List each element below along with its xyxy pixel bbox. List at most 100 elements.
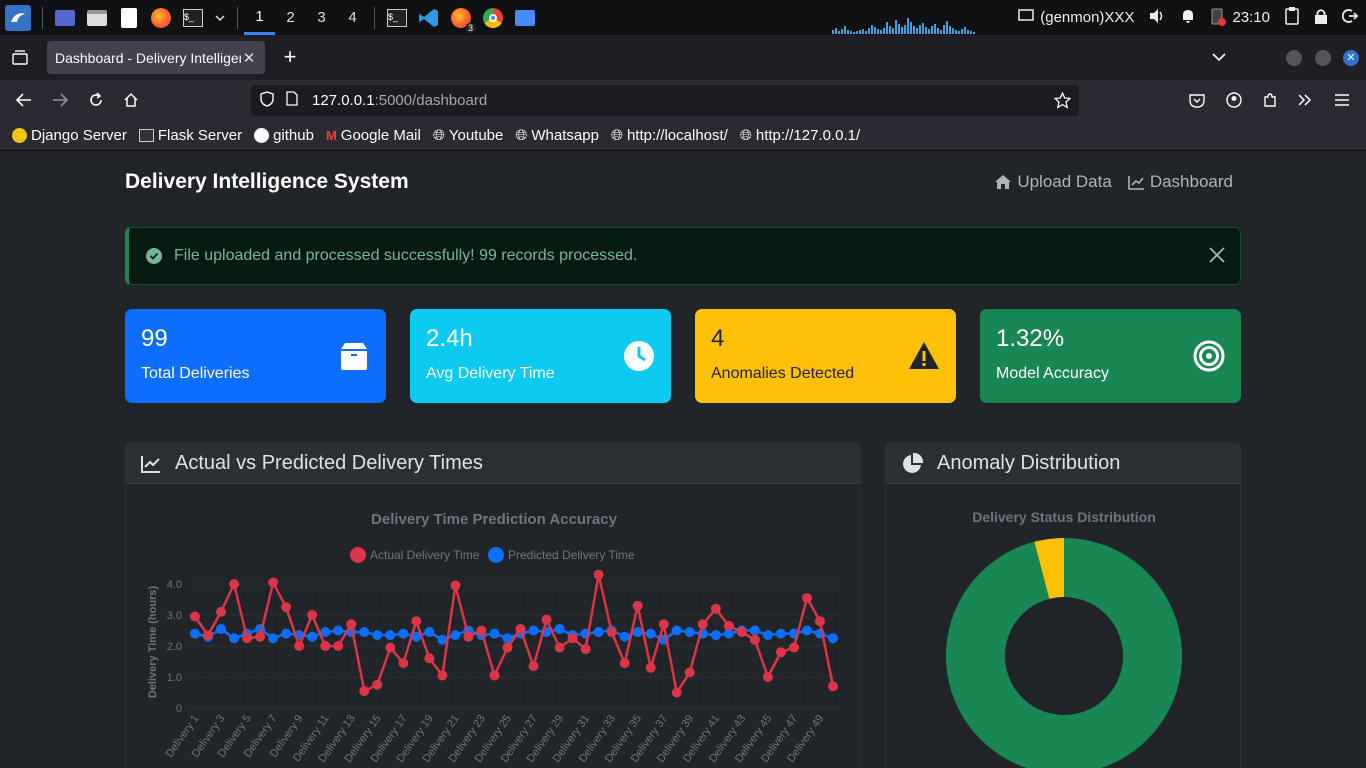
bookmark-github[interactable]: github xyxy=(254,127,314,144)
data-point[interactable] xyxy=(515,623,526,634)
data-point[interactable] xyxy=(736,627,747,638)
data-point[interactable] xyxy=(203,630,214,641)
data-point[interactable] xyxy=(619,658,630,669)
list-all-tabs-icon[interactable] xyxy=(1207,45,1231,69)
data-point[interactable] xyxy=(216,606,227,617)
bookmark-localhost[interactable]: 🌐︎ http://localhost/ xyxy=(611,127,728,144)
page-info-icon[interactable] xyxy=(286,91,302,110)
kali-menu-icon[interactable] xyxy=(5,4,31,31)
data-point[interactable] xyxy=(801,592,812,603)
overflow-chevrons-icon[interactable] xyxy=(1293,88,1317,112)
data-point[interactable] xyxy=(723,620,734,631)
close-window-button[interactable]: ✕ xyxy=(1343,50,1359,66)
data-point[interactable] xyxy=(359,685,370,696)
data-point[interactable] xyxy=(489,628,500,639)
data-point[interactable] xyxy=(463,631,474,642)
pie-slice[interactable] xyxy=(946,538,1182,768)
data-point[interactable] xyxy=(437,670,448,681)
data-point[interactable] xyxy=(424,653,435,664)
chrome-icon[interactable] xyxy=(482,7,504,29)
firefox-window-icon[interactable]: 3 xyxy=(450,7,476,33)
data-point[interactable] xyxy=(593,569,604,580)
data-point[interactable] xyxy=(775,647,786,658)
data-point[interactable] xyxy=(307,631,318,642)
data-point[interactable] xyxy=(489,670,500,681)
data-point[interactable] xyxy=(216,623,227,634)
data-point[interactable] xyxy=(528,625,539,636)
data-point[interactable] xyxy=(502,642,513,653)
back-arrow-icon[interactable] xyxy=(12,88,36,112)
data-point[interactable] xyxy=(320,641,331,651)
data-point[interactable] xyxy=(684,667,695,678)
data-point[interactable] xyxy=(671,625,682,636)
data-point[interactable] xyxy=(710,603,721,614)
data-point[interactable] xyxy=(450,580,461,591)
terminal-icon[interactable]: $_ xyxy=(182,7,204,29)
data-point[interactable] xyxy=(398,628,409,639)
brand-title[interactable]: Delivery Intelligence System xyxy=(125,170,409,194)
nav-upload-data[interactable]: Upload Data xyxy=(994,172,1112,192)
data-point[interactable] xyxy=(710,630,721,641)
data-point[interactable] xyxy=(190,611,200,622)
data-point[interactable] xyxy=(346,619,357,630)
bookmark-youtube[interactable]: 🌐︎ Youtube xyxy=(433,127,504,144)
bookmark-star-icon[interactable] xyxy=(1053,91,1072,113)
nav-dashboard[interactable]: Dashboard xyxy=(1128,172,1233,192)
data-point[interactable] xyxy=(528,661,539,672)
new-tab-button[interactable]: + xyxy=(280,44,300,72)
data-point[interactable] xyxy=(567,633,578,644)
data-point[interactable] xyxy=(788,642,799,653)
account-icon[interactable] xyxy=(1222,88,1246,112)
data-point[interactable] xyxy=(658,619,669,630)
data-point[interactable] xyxy=(645,662,656,673)
shield-icon[interactable] xyxy=(260,90,276,111)
firefox-icon[interactable] xyxy=(150,7,172,29)
data-point[interactable] xyxy=(255,631,266,642)
data-point[interactable] xyxy=(697,619,708,630)
url-bar[interactable]: 127.0.0.1:5000/dashboard xyxy=(251,85,1079,116)
data-point[interactable] xyxy=(476,625,487,636)
workspace-1[interactable]: 1 xyxy=(244,0,275,35)
legend-label[interactable]: Actual Delivery Time xyxy=(370,548,480,562)
workspace-3[interactable]: 3 xyxy=(306,0,337,35)
text-editor-icon[interactable] xyxy=(118,7,140,29)
data-point[interactable] xyxy=(190,628,200,639)
notification-bell-icon[interactable] xyxy=(1180,8,1196,28)
workspace-4[interactable]: 4 xyxy=(337,0,368,35)
data-point[interactable] xyxy=(828,681,838,692)
data-point[interactable] xyxy=(229,579,240,589)
legend-marker[interactable] xyxy=(488,547,504,563)
data-point[interactable] xyxy=(632,600,643,611)
data-point[interactable] xyxy=(762,672,773,682)
bookmark-django[interactable]: Django Server xyxy=(12,127,127,144)
clock[interactable]: 23:10 xyxy=(1232,9,1270,26)
data-point[interactable] xyxy=(762,630,773,641)
pocket-icon[interactable] xyxy=(1185,88,1209,112)
logout-icon[interactable] xyxy=(1341,8,1359,28)
bookmark-flask[interactable]: Flask Server xyxy=(138,127,242,144)
data-point[interactable] xyxy=(372,630,383,641)
volume-icon[interactable] xyxy=(1148,8,1166,28)
data-point[interactable] xyxy=(268,633,279,644)
forward-arrow-icon[interactable] xyxy=(48,88,72,112)
bookmark-whatsapp[interactable]: 🌐︎ Whatsapp xyxy=(515,127,599,144)
file-manager-icon[interactable] xyxy=(86,7,108,29)
clipboard-icon[interactable] xyxy=(1284,6,1300,30)
data-point[interactable] xyxy=(385,642,396,653)
data-point[interactable] xyxy=(671,687,682,698)
data-point[interactable] xyxy=(554,623,565,634)
data-point[interactable] xyxy=(749,634,760,645)
data-point[interactable] xyxy=(828,633,838,644)
data-point[interactable] xyxy=(372,679,383,690)
data-point[interactable] xyxy=(450,630,461,641)
data-point[interactable] xyxy=(385,630,396,641)
data-point[interactable] xyxy=(775,628,786,639)
maximize-button[interactable] xyxy=(1315,50,1331,66)
reload-icon[interactable] xyxy=(84,88,108,112)
data-point[interactable] xyxy=(593,627,604,638)
terminal-window-icon[interactable]: $_ xyxy=(386,7,408,29)
data-point[interactable] xyxy=(398,658,409,669)
data-point[interactable] xyxy=(619,631,630,642)
data-point[interactable] xyxy=(684,627,695,638)
battery-icon[interactable] xyxy=(1210,6,1227,30)
